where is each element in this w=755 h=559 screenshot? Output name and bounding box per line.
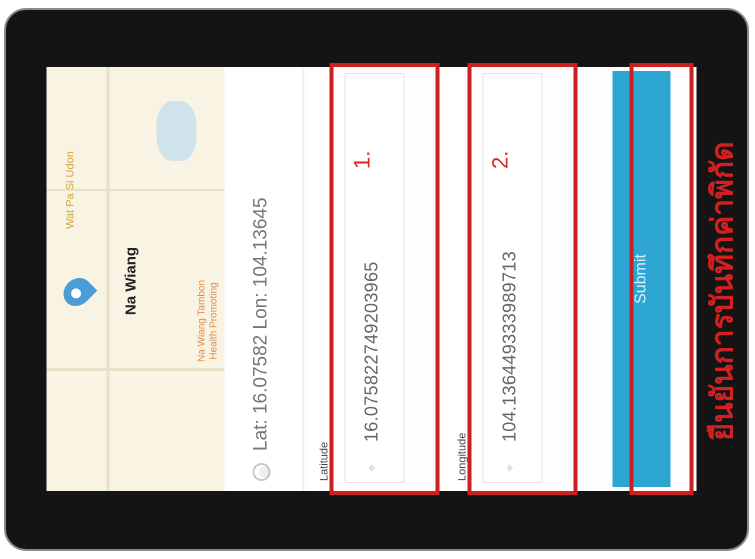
instruction-caption: ยืนยันการบันทึกค่าพิกัด xyxy=(706,140,739,441)
map-poi-temple: Wat Pa Si Udon xyxy=(64,150,76,229)
rotated-screen-frame: Na Wiang Wat Pa Si Udon Na Wiang Tambon … xyxy=(0,1,754,559)
map-poi-health: Na Wiang Tambon Health Promoting xyxy=(196,279,219,362)
map-pin-icon[interactable] xyxy=(57,271,97,312)
callout-submit xyxy=(629,62,693,495)
callout-longitude xyxy=(467,62,577,495)
map-road xyxy=(106,66,109,491)
tablet-device: Na Wiang Wat Pa Si Udon Na Wiang Tambon … xyxy=(4,8,749,551)
map-water xyxy=(156,100,196,161)
callout-number-1: 1. xyxy=(349,150,374,169)
current-location-row: ◎ Lat: 16.07582 Lon: 104.13645 xyxy=(224,66,303,491)
latitude-label: Latitude xyxy=(318,441,330,481)
location-target-icon[interactable]: ◎ xyxy=(252,462,270,481)
longitude-label: Longitude xyxy=(456,432,468,481)
current-coordinates: Lat: 16.07582 Lon: 104.13645 xyxy=(250,196,271,451)
callout-number-2: 2. xyxy=(487,150,512,169)
map-place-name: Na Wiang xyxy=(122,246,139,315)
callout-latitude xyxy=(329,62,439,495)
map-view[interactable]: Na Wiang Wat Pa Si Udon Na Wiang Tambon … xyxy=(46,66,224,491)
